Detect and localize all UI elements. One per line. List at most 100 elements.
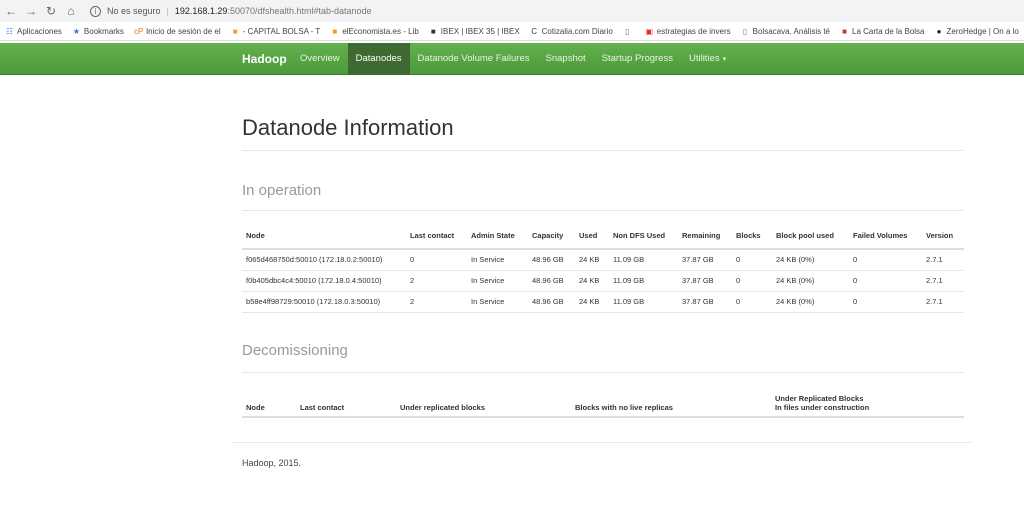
brand-logo[interactable]: Hadoop [242, 43, 287, 75]
nav-item-overview[interactable]: Overview [292, 43, 348, 75]
table-cell: f0b405dbc4c4:50010 (172.18.0.4:50010) [246, 276, 382, 285]
nav-menu: Overview Datanodes Datanode Volume Failure… [292, 43, 734, 75]
bookmark-label: elEconomista.es - Lib [342, 26, 419, 36]
nav-item-snapshot[interactable]: Snapshot [538, 43, 594, 75]
bookmark-label: La Carta de la Bolsa [852, 26, 925, 36]
bookmark-item[interactable]: C Cotizalia.com Diario [525, 27, 618, 36]
column-header[interactable]: Node [242, 223, 406, 250]
hadoop-navbar: Hadoop Overview Datanodes Datanode Volume … [0, 43, 1024, 75]
column-header[interactable]: Used [575, 223, 609, 250]
column-header[interactable]: Remaining [678, 223, 732, 250]
column-header[interactable]: Under Replicated Blocks In files under c… [771, 387, 964, 418]
bookmark-item[interactable]: ● ZeroHedge | On a lo [930, 27, 1024, 36]
column-header[interactable]: Failed Volumes [849, 223, 922, 250]
bookmark-label: Aplicaciones [17, 26, 62, 36]
bookmark-item[interactable]: ▣ estrategias de invers [640, 27, 736, 36]
divider [242, 150, 964, 151]
estrategias-icon: ▣ [645, 26, 654, 36]
star-icon: ★ [72, 26, 80, 36]
address-bar[interactable]: i No es seguro | 192.168.1.29:50070/dfsh… [90, 5, 372, 17]
forward-arrow-icon[interactable]: → [22, 2, 40, 20]
url-host: 192.168.1.29 [174, 6, 228, 16]
table-cell: 0 [410, 255, 415, 265]
column-header[interactable]: Under replicated blocks [396, 387, 571, 418]
column-header[interactable]: Version [922, 223, 964, 250]
table-cell: 0 [853, 276, 858, 285]
bookmark-label: ZeroHedge | On a lo [946, 26, 1019, 36]
bookmark-label: - CAPITAL BOLSA - T [242, 26, 321, 36]
page-icon: ▯ [625, 26, 630, 36]
column-header[interactable]: Last contact [296, 387, 396, 418]
column-header-line: Under Replicated Blocks [775, 394, 864, 403]
table-cell: 37.87 GB [682, 276, 714, 285]
table-cell: 2.7.1 [926, 255, 943, 265]
table-cell: 48.96 GB [532, 276, 564, 285]
info-icon[interactable]: i [90, 5, 101, 17]
table-header-row: Node Last contact Under replicated block… [242, 387, 964, 418]
in-operation-table: Node Last contact Admin State Capacity Used N… [242, 223, 964, 313]
table-cell: 37.87 GB [682, 255, 714, 265]
carta-bolsa-icon: ■ [842, 26, 847, 36]
column-header[interactable]: Node [242, 387, 296, 418]
page-title: Datanode Information [242, 115, 454, 140]
column-header[interactable]: Admin State [467, 223, 528, 250]
bookmark-item[interactable]: ★ Bookmarks [67, 27, 129, 36]
table-cell: In Service [471, 255, 505, 265]
home-icon[interactable]: ⌂ [62, 2, 80, 20]
bookmark-item[interactable]: ▯ [618, 27, 640, 36]
bookmark-item[interactable]: ▯ Bolsacava. Análisis té [736, 27, 835, 36]
table-cell: 11.09 GB [613, 255, 645, 265]
table-cell: 2.7.1 [926, 276, 943, 285]
bookmark-item[interactable]: ■ - CAPITAL BOLSA - T [226, 27, 326, 36]
column-header[interactable]: Block pool used [772, 223, 849, 250]
table-cell: In Service [471, 276, 505, 285]
table-cell: 0 [736, 297, 741, 306]
nav-item-datanodes[interactable]: Datanodes [347, 43, 410, 75]
caret-down-icon: ▾ [722, 56, 727, 63]
column-header[interactable]: Capacity [528, 223, 575, 250]
table-cell: 11.09 GB [613, 297, 645, 306]
apps-grid-icon: ☷ [5, 26, 14, 36]
nav-item-label: Overview [300, 53, 340, 64]
eleconomista-icon: ■ [332, 26, 338, 36]
bookmark-item[interactable]: ■ IBEX | IBEX 35 | IBEX [424, 27, 525, 36]
bookmark-label: estrategias de invers [656, 26, 731, 36]
bookmark-item[interactable]: ■ La Carta de la Bolsa [835, 27, 930, 36]
bookmark-item[interactable]: cP Inicio de sesión de el [129, 27, 226, 36]
capital-bolsa-icon: ■ [232, 26, 238, 36]
divider [242, 210, 964, 211]
nav-item-datanode-volume-failures[interactable]: Datanode Volume Failures [410, 43, 538, 75]
divider [242, 372, 964, 373]
table-cell: In Service [471, 297, 505, 306]
bookmark-label: Bolsacava. Análisis té [752, 26, 830, 36]
nav-item-label: Utilities [688, 53, 720, 64]
column-header[interactable]: Last contact [406, 223, 467, 250]
table-row: b58e4ff98729:50010 (172.18.0.3:50010) 2 In… [242, 291, 964, 312]
table-cell: 24 KB [579, 255, 600, 265]
bookmark-item[interactable]: ☷ Aplicaciones [0, 27, 67, 36]
table-row: f0b405dbc4c4:50010 (172.18.0.4:50010) 2 In… [242, 270, 964, 291]
bookmark-item[interactable]: ■ elEconomista.es - Lib [325, 27, 423, 36]
nav-item-utilities[interactable]: Utilities ▾ [681, 43, 734, 75]
nav-item-startup-progress[interactable]: Startup Progress [594, 43, 681, 75]
column-header[interactable]: Blocks with no live replicas [571, 387, 771, 418]
nav-item-label: Datanode Volume Failures [417, 53, 530, 64]
decomissioning-heading: Decomissioning [242, 342, 348, 359]
in-operation-heading: In operation [242, 182, 322, 199]
column-header[interactable]: Non DFS Used [609, 223, 678, 250]
table-cell: 24 KB (0%) [776, 276, 815, 285]
back-arrow-icon[interactable]: ← [2, 2, 20, 20]
reload-icon[interactable]: ↻ [42, 2, 60, 20]
table-cell: 0 [736, 276, 741, 285]
table-cell: 0 [853, 297, 858, 306]
url-path: :50070/dfshealth.html#tab-datanode [227, 6, 372, 16]
table-cell: 0 [853, 255, 858, 265]
cotizalia-icon: C [531, 26, 538, 36]
table-cell: 11.09 GB [613, 276, 645, 285]
page-icon: ▯ [742, 26, 748, 36]
table-cell: 24 KB [579, 297, 600, 306]
bookmark-label: IBEX | IBEX 35 | IBEX [440, 26, 520, 36]
nav-item-label: Datanodes [355, 53, 402, 64]
column-header[interactable]: Blocks [732, 223, 772, 250]
table-cell: 2 [410, 276, 415, 285]
